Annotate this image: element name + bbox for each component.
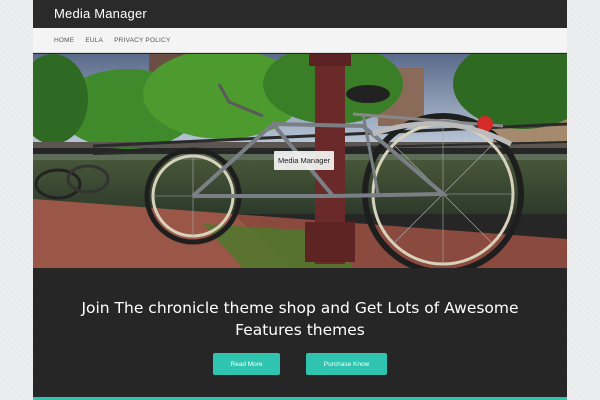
- hero-image: Media Manager: [33, 54, 567, 268]
- read-more-button[interactable]: Read More: [213, 353, 280, 375]
- site-header: Media Manager: [33, 0, 567, 28]
- nav-item-eula[interactable]: EULA: [85, 37, 103, 44]
- hero-caption: Media Manager: [274, 151, 335, 170]
- purchase-button[interactable]: Purchase Know: [306, 353, 387, 375]
- nav-item-home[interactable]: HOME: [54, 37, 74, 44]
- page-frame: Media Manager HOME EULA PRIVACY POLICY M…: [33, 0, 567, 400]
- nav-item-privacy-policy[interactable]: PRIVACY POLICY: [114, 37, 170, 44]
- main-navigation: HOME EULA PRIVACY POLICY: [33, 28, 567, 53]
- banner-headline-line-2: Features themes: [235, 321, 365, 339]
- site-title[interactable]: Media Manager: [54, 6, 147, 21]
- banner-headline-line-1: Join The chronicle theme shop and Get Lo…: [81, 299, 519, 317]
- banner-headline: Join The chronicle theme shop and Get Lo…: [33, 297, 567, 341]
